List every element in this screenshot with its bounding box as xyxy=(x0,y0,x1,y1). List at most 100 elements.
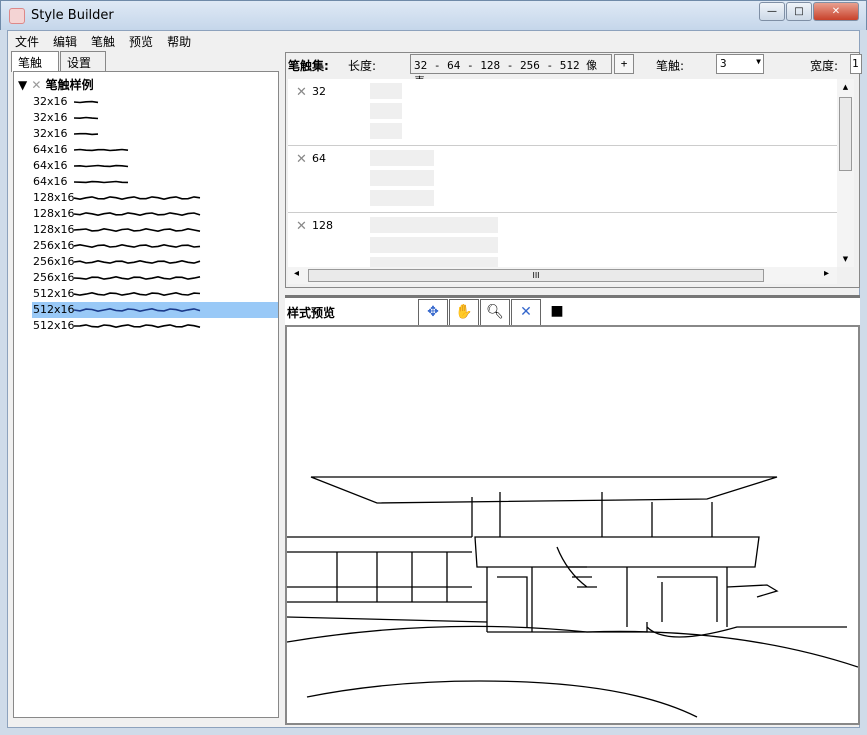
stroke-list-item[interactable]: 512x16 xyxy=(32,318,278,334)
tab-settings[interactable]: 设置 xyxy=(60,51,106,72)
title-bar: Style Builder — □ ✕ xyxy=(0,0,867,30)
length-list: ✕ 32 ✕ 64 ✕ 128 xyxy=(288,79,837,267)
stroke-size-label: 64x16 xyxy=(33,175,68,188)
client-area: 文件 编辑 笔触 预览 帮助 笔触 设置 ▼ ✕ 笔触样例 32x16 32x16 32x1… xyxy=(7,30,862,728)
stroke-slot[interactable] xyxy=(370,217,498,233)
stroke-list-item[interactable]: 512x16 xyxy=(32,286,278,302)
scroll-up-icon[interactable]: ▲ xyxy=(837,83,854,91)
menu-preview[interactable]: 预览 xyxy=(122,31,160,50)
stroke-list-item[interactable]: 32x16 xyxy=(32,110,278,126)
chevron-down-icon: ▼ xyxy=(756,57,761,66)
stroke-list-item[interactable]: 128x16 xyxy=(32,206,278,222)
stroke-sample xyxy=(74,148,129,152)
stroke-slot[interactable] xyxy=(370,190,434,206)
stroke-slot[interactable] xyxy=(370,170,434,186)
camera-icon[interactable]: ■ xyxy=(542,299,572,326)
window-title: Style Builder xyxy=(31,8,114,23)
length-row: ✕ 64 xyxy=(288,146,837,213)
pan-icon[interactable]: ✋ xyxy=(449,299,479,326)
stroke-size-label: 32x16 xyxy=(33,95,68,108)
stroke-slot[interactable] xyxy=(370,123,402,139)
stroke-sample xyxy=(74,324,201,329)
preview-toolbar: 样式预览 ✥ ✋ 🔍︎ ✕ ■ xyxy=(285,295,860,326)
stroke-list-item[interactable]: 256x16 xyxy=(32,270,278,286)
stroke-select-value: 3 xyxy=(720,57,727,70)
hscroll-thumb[interactable]: III xyxy=(308,269,764,282)
stroke-sample xyxy=(74,259,201,264)
close-button[interactable]: ✕ xyxy=(813,2,859,21)
menu-edit[interactable]: 编辑 xyxy=(46,31,84,50)
app-icon xyxy=(9,8,25,24)
strokeset-panel: 笔触集: 长度: 32 - 64 - 128 - 256 - 512 像素 + … xyxy=(285,52,862,288)
stroke-sample xyxy=(74,291,201,297)
stroke-list-item[interactable]: 512x16 xyxy=(32,302,278,318)
stroke-select[interactable]: 3 ▼ xyxy=(716,54,764,74)
stroke-list-item[interactable]: 256x16 xyxy=(32,238,278,254)
menu-file[interactable]: 文件 xyxy=(8,31,46,50)
stroke-sample xyxy=(74,307,201,313)
menu-stroke[interactable]: 笔触 xyxy=(84,31,122,50)
tree-root[interactable]: ▼ ✕ 笔触样例 xyxy=(18,76,94,93)
menu-help[interactable]: 帮助 xyxy=(160,31,198,50)
collapse-icon[interactable]: ▼ xyxy=(18,78,27,92)
preview-canvas[interactable] xyxy=(285,325,860,725)
stroke-list-item[interactable]: 32x16 xyxy=(32,126,278,142)
minimize-button[interactable]: — xyxy=(759,2,785,21)
add-length-button[interactable]: + xyxy=(614,54,634,74)
menu-bar: 文件 编辑 笔触 预览 帮助 xyxy=(8,31,859,49)
width-field[interactable]: 1 xyxy=(850,54,862,74)
scroll-down-icon[interactable]: ▼ xyxy=(837,255,854,263)
length-value: 32 xyxy=(312,85,326,98)
delete-icon[interactable]: ✕ xyxy=(296,152,307,167)
zoom-icon[interactable]: 🔍︎ xyxy=(480,299,510,326)
stroke-size-label: 32x16 xyxy=(33,127,68,140)
stroke-size-label: 512x16 xyxy=(33,319,75,332)
stroke-list-item[interactable]: 64x16 xyxy=(32,174,278,190)
stroke-size-label: 256x16 xyxy=(33,239,75,252)
orbit-icon[interactable]: ✥ xyxy=(418,299,448,326)
width-label: 宽度: xyxy=(810,59,839,73)
stroke-list-item[interactable]: 64x16 xyxy=(32,142,278,158)
stroke-slot[interactable] xyxy=(370,257,498,267)
stroke-label: 笔触: xyxy=(656,59,685,73)
length-value: 128 xyxy=(312,219,333,232)
horizontal-scrollbar[interactable]: ◂ III ▸ xyxy=(288,267,837,284)
delete-icon[interactable]: ✕ xyxy=(296,85,307,100)
stroke-sample xyxy=(74,275,201,280)
length-row: ✕ 128 xyxy=(288,213,837,267)
delete-icon[interactable]: ✕ xyxy=(31,78,41,92)
stroke-slot[interactable] xyxy=(370,83,402,99)
stroke-list-item[interactable]: 32x16 xyxy=(32,94,278,110)
stroke-slot[interactable] xyxy=(370,150,434,166)
tree-root-label: 笔触样例 xyxy=(45,78,94,92)
stroke-sample xyxy=(74,243,201,249)
tab-strokes[interactable]: 笔触 xyxy=(11,51,59,72)
stroke-slot[interactable] xyxy=(370,103,402,119)
stroke-size-label: 64x16 xyxy=(33,143,68,156)
scroll-left-icon[interactable]: ◂ xyxy=(294,268,299,279)
stroke-list-item[interactable]: 128x16 xyxy=(32,190,278,206)
stroke-sample xyxy=(74,227,201,233)
stroke-sample xyxy=(74,116,99,120)
stroke-list-item[interactable]: 256x16 xyxy=(32,254,278,270)
scroll-thumb[interactable] xyxy=(839,97,852,171)
scroll-right-icon[interactable]: ▸ xyxy=(824,268,829,279)
stroke-sample xyxy=(74,180,129,184)
length-row: ✕ 32 xyxy=(288,79,837,146)
zoom-extents-icon[interactable]: ✕ xyxy=(511,299,541,326)
maximize-button[interactable]: □ xyxy=(786,2,812,21)
stroke-size-label: 128x16 xyxy=(33,223,75,236)
stroke-size-label: 256x16 xyxy=(33,255,75,268)
preview-label: 样式预览 xyxy=(287,306,336,320)
length-field[interactable]: 32 - 64 - 128 - 256 - 512 像素 xyxy=(410,54,612,88)
stroke-list-item[interactable]: 128x16 xyxy=(32,222,278,238)
stroke-slot[interactable] xyxy=(370,237,498,253)
stroke-list-item[interactable]: 64x16 xyxy=(32,158,278,174)
stroke-sample xyxy=(74,164,129,168)
stroke-size-label: 256x16 xyxy=(33,271,75,284)
stroke-size-label: 32x16 xyxy=(33,111,68,124)
vertical-scrollbar[interactable]: ▲ ▼ xyxy=(837,79,854,267)
delete-icon[interactable]: ✕ xyxy=(296,219,307,234)
stroke-tree: ▼ ✕ 笔触样例 32x16 32x16 32x16 64x16 64x16 64x16 1… xyxy=(13,71,279,718)
stroke-sample xyxy=(74,132,99,136)
